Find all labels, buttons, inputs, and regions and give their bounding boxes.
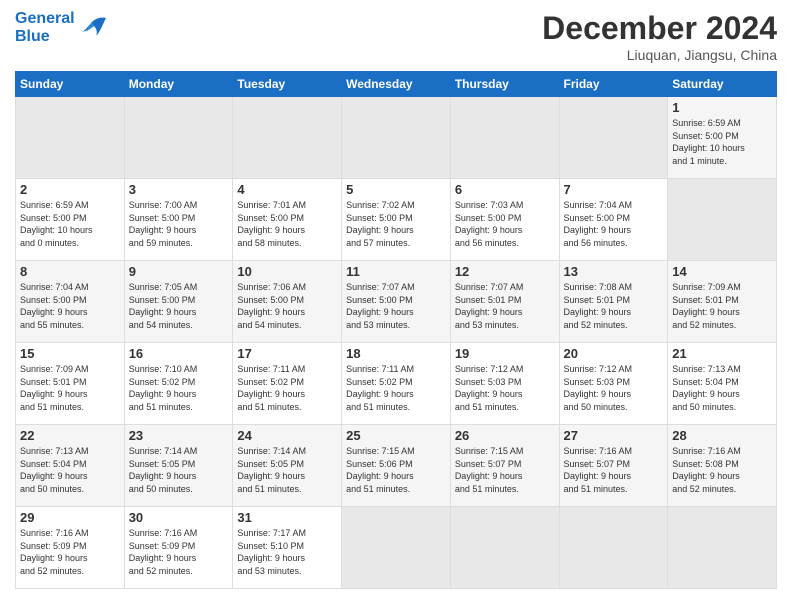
day-header-wednesday: Wednesday (342, 72, 451, 97)
day-cell-23: 23Sunrise: 7:14 AMSunset: 5:05 PMDayligh… (124, 425, 233, 507)
day-header-sunday: Sunday (16, 72, 125, 97)
logo: General Blue (15, 10, 110, 45)
day-cell-1: 1Sunrise: 6:59 AMSunset: 5:00 PMDaylight… (668, 97, 777, 179)
day-cell-28: 28Sunrise: 7:16 AMSunset: 5:08 PMDayligh… (668, 425, 777, 507)
empty-cell (559, 507, 668, 589)
calendar-week-4: 15Sunrise: 7:09 AMSunset: 5:01 PMDayligh… (16, 343, 777, 425)
empty-cell (668, 507, 777, 589)
month-title: December 2024 (542, 10, 777, 47)
day-cell-29: 29Sunrise: 7:16 AMSunset: 5:09 PMDayligh… (16, 507, 125, 589)
day-cell-18: 18Sunrise: 7:11 AMSunset: 5:02 PMDayligh… (342, 343, 451, 425)
empty-cell (342, 507, 451, 589)
day-cell-12: 12Sunrise: 7:07 AMSunset: 5:01 PMDayligh… (450, 261, 559, 343)
calendar-week-2: 2Sunrise: 6:59 AMSunset: 5:00 PMDaylight… (16, 179, 777, 261)
calendar-table: SundayMondayTuesdayWednesdayThursdayFrid… (15, 71, 777, 589)
empty-cell (233, 97, 342, 179)
day-cell-30: 30Sunrise: 7:16 AMSunset: 5:09 PMDayligh… (124, 507, 233, 589)
empty-cell (450, 507, 559, 589)
day-cell-20: 20Sunrise: 7:12 AMSunset: 5:03 PMDayligh… (559, 343, 668, 425)
day-cell-22: 22Sunrise: 7:13 AMSunset: 5:04 PMDayligh… (16, 425, 125, 507)
day-cell-14: 14Sunrise: 7:09 AMSunset: 5:01 PMDayligh… (668, 261, 777, 343)
day-cell-31: 31Sunrise: 7:17 AMSunset: 5:10 PMDayligh… (233, 507, 342, 589)
day-cell-7: 7Sunrise: 7:04 AMSunset: 5:00 PMDaylight… (559, 179, 668, 261)
calendar-week-3: 8Sunrise: 7:04 AMSunset: 5:00 PMDaylight… (16, 261, 777, 343)
day-cell-2: 2Sunrise: 6:59 AMSunset: 5:00 PMDaylight… (16, 179, 125, 261)
day-cell-26: 26Sunrise: 7:15 AMSunset: 5:07 PMDayligh… (450, 425, 559, 507)
day-cell-25: 25Sunrise: 7:15 AMSunset: 5:06 PMDayligh… (342, 425, 451, 507)
day-cell-8: 8Sunrise: 7:04 AMSunset: 5:00 PMDaylight… (16, 261, 125, 343)
day-header-monday: Monday (124, 72, 233, 97)
day-cell-9: 9Sunrise: 7:05 AMSunset: 5:00 PMDaylight… (124, 261, 233, 343)
day-cell-24: 24Sunrise: 7:14 AMSunset: 5:05 PMDayligh… (233, 425, 342, 507)
calendar-week-5: 22Sunrise: 7:13 AMSunset: 5:04 PMDayligh… (16, 425, 777, 507)
empty-cell (342, 97, 451, 179)
logo-blue: Blue (15, 28, 75, 46)
day-cell-19: 19Sunrise: 7:12 AMSunset: 5:03 PMDayligh… (450, 343, 559, 425)
day-cell-15: 15Sunrise: 7:09 AMSunset: 5:01 PMDayligh… (16, 343, 125, 425)
calendar-week-1: 1Sunrise: 6:59 AMSunset: 5:00 PMDaylight… (16, 97, 777, 179)
day-cell-13: 13Sunrise: 7:08 AMSunset: 5:01 PMDayligh… (559, 261, 668, 343)
header: General Blue December 2024 Liuquan, Jian… (15, 10, 777, 63)
day-header-thursday: Thursday (450, 72, 559, 97)
empty-cell (559, 97, 668, 179)
day-header-saturday: Saturday (668, 72, 777, 97)
day-cell-5: 5Sunrise: 7:02 AMSunset: 5:00 PMDaylight… (342, 179, 451, 261)
page-container: General Blue December 2024 Liuquan, Jian… (0, 0, 792, 599)
day-cell-6: 6Sunrise: 7:03 AMSunset: 5:00 PMDaylight… (450, 179, 559, 261)
logo-bird-icon (78, 14, 110, 42)
day-header-friday: Friday (559, 72, 668, 97)
calendar-week-6: 29Sunrise: 7:16 AMSunset: 5:09 PMDayligh… (16, 507, 777, 589)
location-subtitle: Liuquan, Jiangsu, China (542, 47, 777, 63)
day-cell-21: 21Sunrise: 7:13 AMSunset: 5:04 PMDayligh… (668, 343, 777, 425)
day-cell-11: 11Sunrise: 7:07 AMSunset: 5:00 PMDayligh… (342, 261, 451, 343)
empty-cell (16, 97, 125, 179)
logo-general: General (15, 10, 75, 28)
day-cell-17: 17Sunrise: 7:11 AMSunset: 5:02 PMDayligh… (233, 343, 342, 425)
empty-cell (124, 97, 233, 179)
empty-cell (450, 97, 559, 179)
day-cell-3: 3Sunrise: 7:00 AMSunset: 5:00 PMDaylight… (124, 179, 233, 261)
empty-cell (668, 179, 777, 261)
title-block: December 2024 Liuquan, Jiangsu, China (542, 10, 777, 63)
day-cell-16: 16Sunrise: 7:10 AMSunset: 5:02 PMDayligh… (124, 343, 233, 425)
header-row: SundayMondayTuesdayWednesdayThursdayFrid… (16, 72, 777, 97)
day-cell-27: 27Sunrise: 7:16 AMSunset: 5:07 PMDayligh… (559, 425, 668, 507)
day-cell-4: 4Sunrise: 7:01 AMSunset: 5:00 PMDaylight… (233, 179, 342, 261)
day-cell-10: 10Sunrise: 7:06 AMSunset: 5:00 PMDayligh… (233, 261, 342, 343)
day-header-tuesday: Tuesday (233, 72, 342, 97)
